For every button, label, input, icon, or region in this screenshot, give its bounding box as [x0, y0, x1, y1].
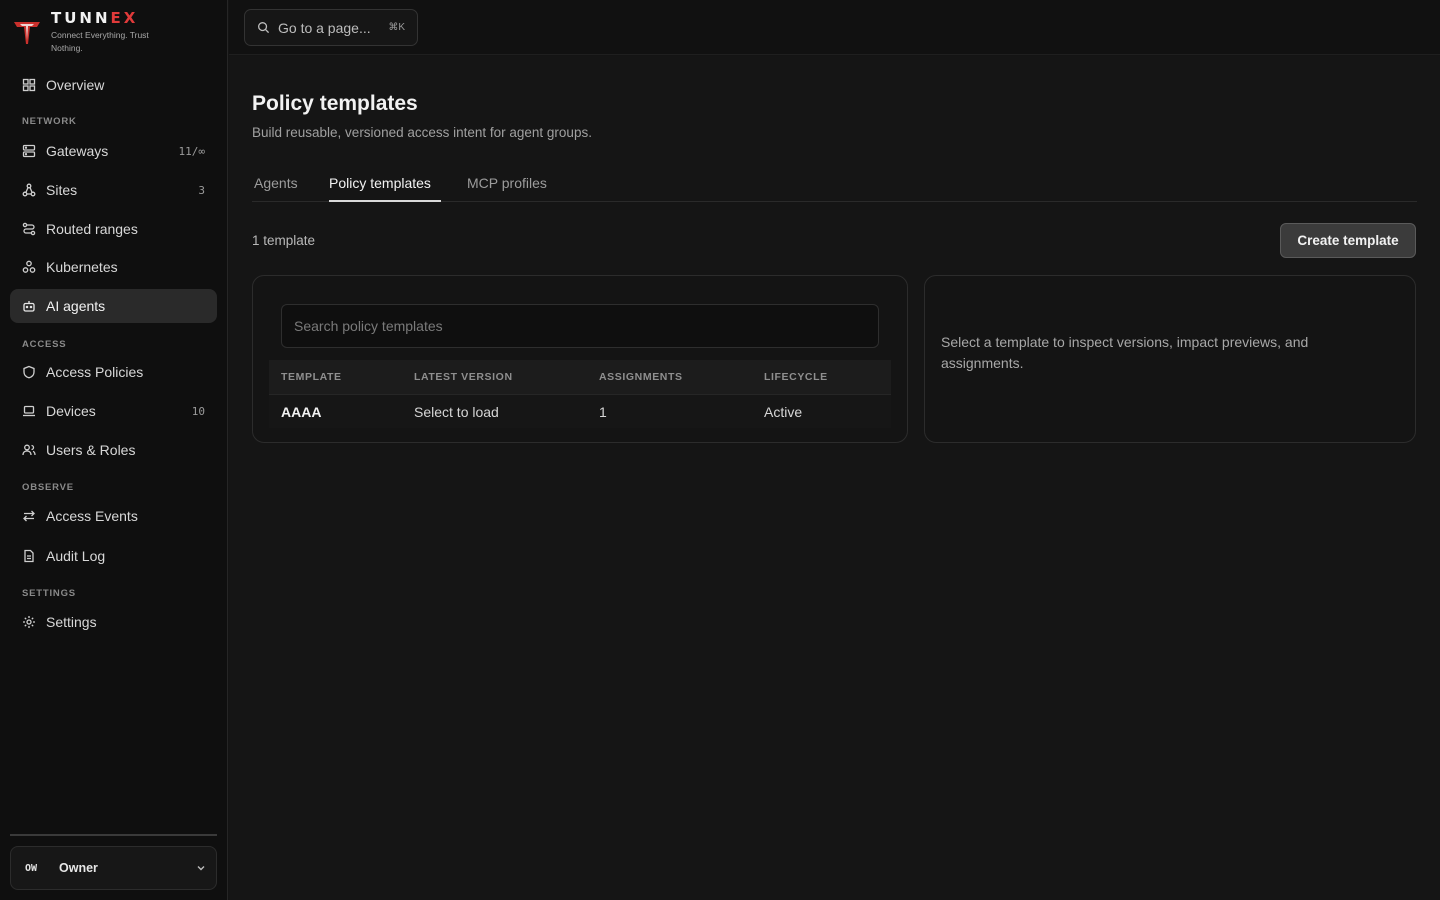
- page-title: Policy templates: [252, 92, 418, 115]
- table-row[interactable]: AAAA Select to load 1 Active: [269, 394, 891, 428]
- tab-policy-templates[interactable]: Policy templates: [329, 175, 441, 202]
- command-palette-placeholder: Go to a page...: [278, 19, 371, 36]
- laptop-icon: [22, 404, 36, 418]
- sidebar-item-audit-log[interactable]: Audit Log: [10, 539, 217, 573]
- templates-table: TEMPLATE LATEST VERSION ASSIGNMENTS LIFE…: [269, 360, 891, 428]
- chevron-down-icon: [196, 863, 206, 873]
- sidebar-divider: [10, 834, 217, 836]
- users-icon: [22, 443, 36, 457]
- cell-latest-version: Select to load: [414, 403, 499, 420]
- tab-agents[interactable]: Agents: [254, 175, 298, 202]
- sidebar-item-ai-agents[interactable]: AI agents: [10, 289, 217, 323]
- grid-icon: [22, 78, 36, 92]
- column-header-latest-version: LATEST VERSION: [414, 371, 513, 383]
- brand-name: TUNNEX: [51, 9, 139, 27]
- sidebar-item-settings[interactable]: Settings: [10, 605, 217, 639]
- brand[interactable]: TUNNEX Connect Everything. Trust Nothing…: [12, 8, 222, 58]
- keyboard-shortcut: ⌘K: [388, 22, 405, 33]
- file-icon: [22, 549, 36, 563]
- sidebar-item-routed-ranges[interactable]: Routed ranges: [10, 212, 217, 246]
- cluster-icon: [22, 260, 36, 274]
- devices-count: 10: [191, 404, 205, 418]
- brand-tagline: Connect Everything. Trust Nothing.: [51, 30, 149, 53]
- section-label-observe: OBSERVE: [22, 482, 74, 493]
- sidebar-item-users-roles[interactable]: Users & Roles: [10, 433, 217, 467]
- section-label-settings: SETTINGS: [22, 588, 76, 599]
- bot-icon: [22, 299, 36, 313]
- template-count: 1 template: [252, 233, 316, 248]
- gateways-count: 11/∞: [178, 144, 206, 158]
- sidebar-item-access-events[interactable]: Access Events: [10, 499, 217, 533]
- arrows-icon: [22, 509, 36, 523]
- template-list-panel: TEMPLATE LATEST VERSION ASSIGNMENTS LIFE…: [252, 275, 908, 443]
- search-input[interactable]: [281, 304, 879, 348]
- route-icon: [22, 222, 36, 236]
- sites-count: 3: [198, 183, 205, 197]
- gear-icon: [22, 615, 36, 629]
- sidebar-item-access-policies[interactable]: Access Policies: [10, 355, 217, 389]
- search-icon: [258, 22, 270, 34]
- column-header-template: TEMPLATE: [281, 371, 342, 383]
- server-icon: [22, 144, 36, 158]
- template-detail-panel: Select a template to inspect versions, i…: [924, 275, 1416, 443]
- tab-mcp-profiles[interactable]: MCP profiles: [467, 175, 547, 202]
- topbar: Go to a page... ⌘K: [229, 0, 1440, 55]
- user-menu[interactable]: OW Owner: [10, 846, 217, 890]
- create-template-button[interactable]: Create template: [1280, 223, 1416, 258]
- cell-lifecycle: Active: [764, 403, 803, 420]
- network-icon: [22, 183, 36, 197]
- tunnex-logo-icon: [14, 22, 40, 44]
- avatar: OW: [25, 862, 38, 874]
- sidebar-item-gateways[interactable]: Gateways 11/∞: [10, 134, 217, 168]
- section-label-access: ACCESS: [22, 339, 67, 350]
- sidebar-item-overview[interactable]: Overview: [10, 68, 217, 102]
- user-name: Owner: [59, 861, 98, 875]
- sidebar-item-sites[interactable]: Sites 3: [10, 173, 217, 207]
- table-header: TEMPLATE LATEST VERSION ASSIGNMENTS LIFE…: [269, 360, 891, 394]
- cell-template-name: AAAA: [281, 403, 322, 420]
- section-label-network: NETWORK: [22, 116, 77, 127]
- column-header-lifecycle: LIFECYCLE: [764, 371, 828, 383]
- cell-assignments: 1: [599, 403, 607, 420]
- sidebar: TUNNEX Connect Everything. Trust Nothing…: [0, 0, 228, 900]
- sidebar-item-devices[interactable]: Devices 10: [10, 394, 217, 428]
- shield-icon: [22, 365, 36, 379]
- column-header-assignments: ASSIGNMENTS: [599, 371, 683, 383]
- page-subtitle: Build reusable, versioned access intent …: [252, 125, 592, 140]
- detail-empty-message: Select a template to inspect versions, i…: [941, 334, 1309, 371]
- command-palette-button[interactable]: Go to a page... ⌘K: [244, 9, 418, 46]
- sidebar-item-kubernetes[interactable]: Kubernetes: [10, 250, 217, 284]
- main-content: Policy templates Build reusable, version…: [229, 56, 1440, 900]
